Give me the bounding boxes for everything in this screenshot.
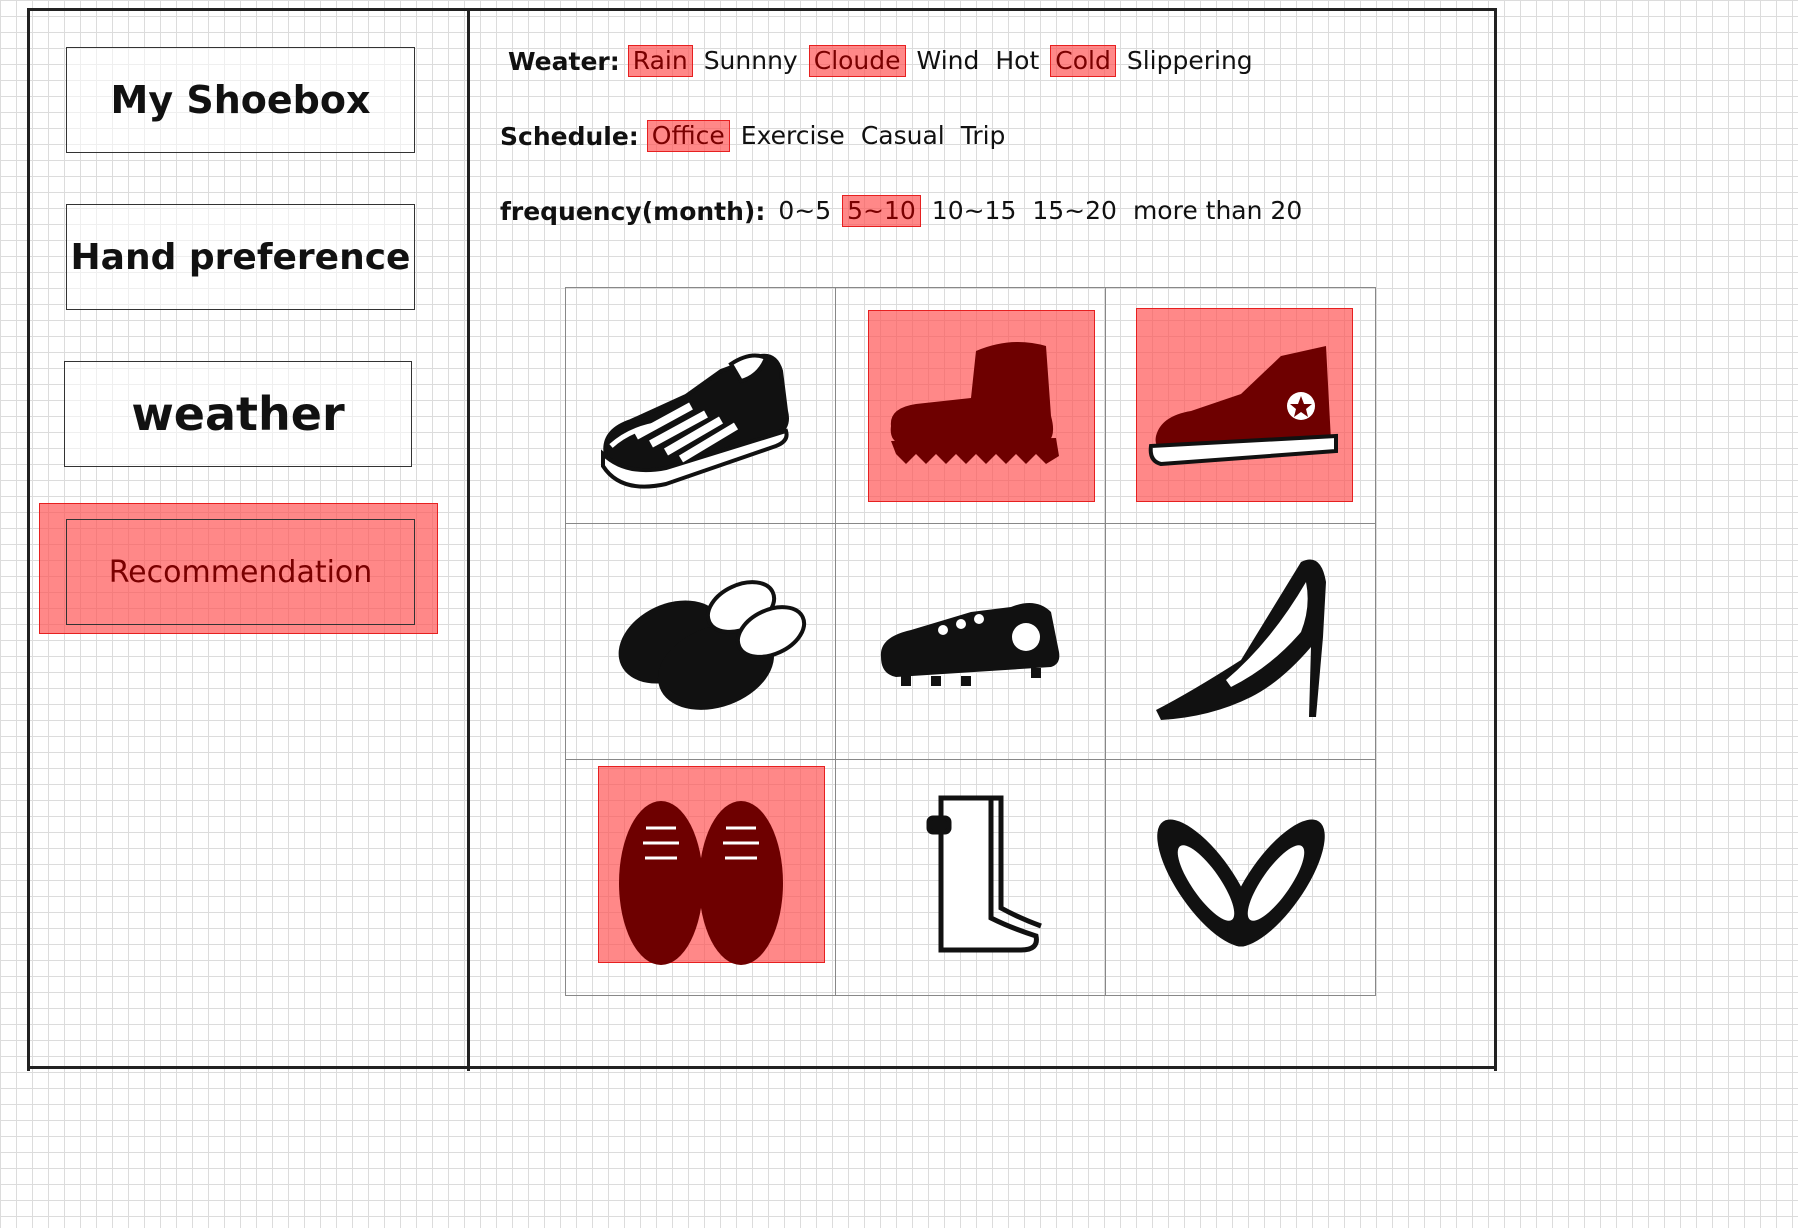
- weather-filter-row: Weater: Rain Sunnny Cloude Wind Hot Cold Slipp…: [508, 45, 1264, 77]
- sidebar-divider: [467, 8, 470, 1071]
- shoe-tile[interactable]: [836, 524, 1106, 760]
- frequency-filter-row: frequency(month): 0~5 5~10 10~15 15~20 more …: [500, 195, 1313, 227]
- shoe-grid: [565, 287, 1376, 996]
- weather-option-cloude[interactable]: Cloude: [808, 45, 906, 77]
- sidebar-item-label: Hand preference: [70, 236, 411, 278]
- weather-option-cold[interactable]: Cold: [1050, 45, 1116, 77]
- frequency-option-15-20[interactable]: 15~20: [1027, 195, 1122, 227]
- sidebar-item-label: My Shoebox: [110, 78, 371, 122]
- shoe-tile[interactable]: [1106, 760, 1376, 996]
- weather-filter-label: Weater:: [508, 46, 620, 76]
- sidebar-item-label: Recommendation: [108, 554, 373, 590]
- sidebar-item-my-shoebox[interactable]: My Shoebox: [66, 47, 415, 153]
- sidebar-item-hand-preference[interactable]: Hand preference: [66, 204, 415, 310]
- sidebar-item-label: weather: [131, 387, 345, 441]
- weather-option-rain[interactable]: Rain: [627, 45, 693, 77]
- schedule-option-casual[interactable]: Casual: [856, 120, 950, 152]
- shoe-tile[interactable]: [1106, 524, 1376, 760]
- schedule-filter-label: Schedule:: [500, 121, 639, 151]
- shoe-tile[interactable]: [566, 524, 836, 760]
- schedule-option-office[interactable]: Office: [646, 120, 730, 152]
- shoe-tile[interactable]: [836, 760, 1106, 996]
- weather-option-hot[interactable]: Hot: [990, 45, 1044, 77]
- weather-option-wind[interactable]: Wind: [912, 45, 985, 77]
- shoe-tile[interactable]: [566, 288, 836, 524]
- weather-option-slippering[interactable]: Slippering: [1122, 45, 1258, 77]
- shoe-tile[interactable]: [836, 288, 1106, 524]
- frame-bottom-border: [27, 1066, 1497, 1069]
- sidebar-item-recommendation[interactable]: Recommendation: [66, 519, 415, 625]
- frequency-option-0-5[interactable]: 0~5: [773, 195, 836, 227]
- schedule-option-exercise[interactable]: Exercise: [736, 120, 850, 152]
- shoe-tile[interactable]: [1106, 288, 1376, 524]
- frequency-filter-label: frequency(month):: [500, 196, 766, 226]
- frequency-option-more-than-20[interactable]: more than 20: [1128, 195, 1307, 227]
- frequency-option-10-15[interactable]: 10~15: [927, 195, 1022, 227]
- weather-option-sunnny[interactable]: Sunnny: [699, 45, 803, 77]
- frequency-option-5-10[interactable]: 5~10: [842, 195, 921, 227]
- shoe-tile[interactable]: [566, 760, 836, 996]
- sidebar-item-weather[interactable]: weather: [64, 361, 412, 467]
- schedule-option-trip[interactable]: Trip: [956, 120, 1011, 152]
- schedule-filter-row: Schedule: Office Exercise Casual Trip: [500, 120, 1016, 152]
